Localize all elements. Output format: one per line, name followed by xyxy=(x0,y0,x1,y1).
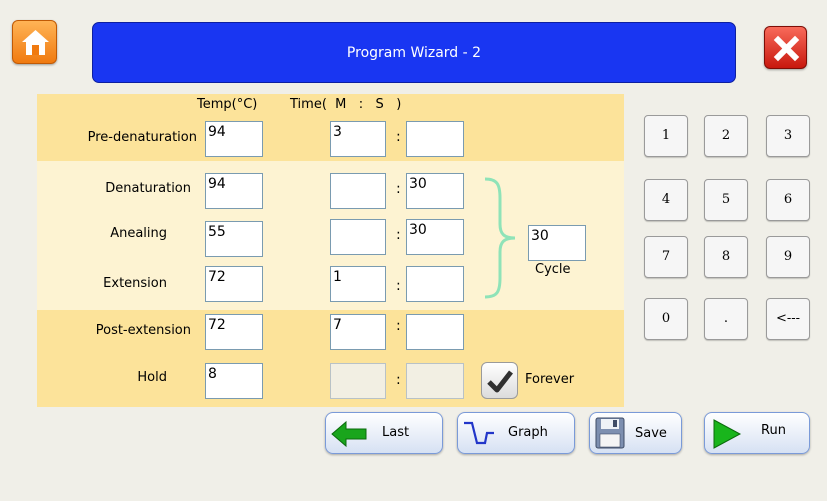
home-icon xyxy=(22,30,49,55)
time-separator: : xyxy=(396,227,401,243)
annealing-temp-input[interactable]: 55 xyxy=(205,221,263,257)
hold-temp-input[interactable]: 8 xyxy=(205,363,263,399)
left-arrow-icon xyxy=(331,420,367,448)
predenaturation-sec-input[interactable] xyxy=(406,121,464,157)
play-icon xyxy=(713,419,742,449)
predenaturation-label: Pre-denaturation xyxy=(87,130,197,145)
extension-min-input[interactable]: 1 xyxy=(330,266,386,302)
extension-label: Extension xyxy=(103,276,167,291)
annealing-min-input[interactable] xyxy=(330,219,386,255)
cycle-brace xyxy=(484,177,516,299)
close-button[interactable] xyxy=(764,26,807,69)
cycle-count-input[interactable]: 30 xyxy=(528,225,586,261)
home-button[interactable] xyxy=(12,20,57,64)
graph-button[interactable]: Graph xyxy=(457,412,575,454)
save-button[interactable]: Save xyxy=(589,412,682,454)
postextension-label: Post-extension xyxy=(95,323,191,338)
annealing-label: Anealing xyxy=(110,226,167,241)
last-button[interactable]: Last xyxy=(325,412,443,454)
denaturation-label: Denaturation xyxy=(105,181,191,196)
temp-header: Temp(°C) xyxy=(197,97,258,112)
forever-label: Forever xyxy=(525,372,575,387)
keypad-key-4[interactable]: 4 xyxy=(644,179,688,221)
keypad-key-6[interactable]: 6 xyxy=(766,179,810,221)
postextension-temp-input[interactable]: 72 xyxy=(205,314,263,350)
time-separator: : xyxy=(396,372,401,388)
keypad-key-3[interactable]: 3 xyxy=(766,115,810,157)
keypad-key-9[interactable]: 9 xyxy=(766,236,810,278)
denaturation-min-input[interactable] xyxy=(330,173,386,209)
extension-sec-input[interactable] xyxy=(406,266,464,302)
graph-label: Graph xyxy=(508,425,548,440)
denaturation-sec-input[interactable]: 30 xyxy=(406,173,464,209)
window-title: Program Wizard - 2 xyxy=(92,22,736,83)
predenaturation-temp-input[interactable]: 94 xyxy=(205,121,263,157)
keypad-key-2[interactable]: 2 xyxy=(704,115,748,157)
graph-icon xyxy=(464,421,494,445)
hold-sec-input xyxy=(406,363,464,399)
keypad-key-dot[interactable]: . xyxy=(704,298,748,340)
postextension-sec-input[interactable] xyxy=(406,314,464,350)
keypad-key-5[interactable]: 5 xyxy=(704,179,748,221)
checkmark-icon xyxy=(487,370,513,393)
extension-temp-input[interactable]: 72 xyxy=(205,266,263,302)
keypad-key-backspace[interactable]: <--- xyxy=(766,298,810,340)
keypad-key-7[interactable]: 7 xyxy=(644,236,688,278)
denaturation-temp-input[interactable]: 94 xyxy=(205,173,263,209)
last-label: Last xyxy=(382,425,410,440)
run-button[interactable]: Run xyxy=(704,412,810,454)
time-separator: : xyxy=(396,318,401,334)
close-icon xyxy=(773,35,800,62)
keypad-key-8[interactable]: 8 xyxy=(704,236,748,278)
postextension-min-input[interactable]: 7 xyxy=(330,314,386,350)
time-separator: : xyxy=(396,278,401,294)
save-label: Save xyxy=(635,426,667,441)
annealing-sec-input[interactable]: 30 xyxy=(406,219,464,255)
run-label: Run xyxy=(761,423,786,438)
predenaturation-min-input[interactable]: 3 xyxy=(330,121,386,157)
keypad-key-1[interactable]: 1 xyxy=(644,115,688,157)
hold-min-input xyxy=(330,363,386,399)
floppy-disk-icon xyxy=(595,417,625,449)
time-separator: : xyxy=(396,181,401,197)
time-separator: : xyxy=(396,129,401,145)
keypad-key-0[interactable]: 0 xyxy=(644,298,688,340)
hold-label: Hold xyxy=(137,370,167,385)
time-header: Time( M : S ) xyxy=(290,97,402,112)
cycle-label: Cycle xyxy=(535,262,571,277)
forever-checkbox[interactable] xyxy=(481,362,518,399)
